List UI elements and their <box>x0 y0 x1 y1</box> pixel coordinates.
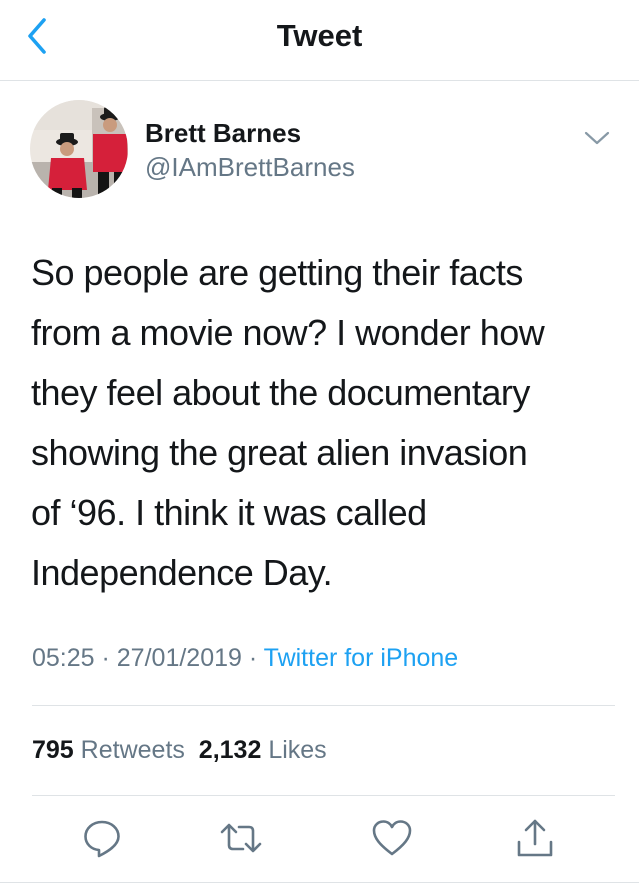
author-handle[interactable]: @IAmBrettBarnes <box>145 152 355 182</box>
tweet-line: they feel about the documentary <box>31 372 530 413</box>
like-icon[interactable] <box>370 816 414 860</box>
chevron-down-icon[interactable] <box>583 128 611 148</box>
tweet-line: So people are getting their facts <box>31 252 523 293</box>
navigation-bar: Tweet <box>0 0 639 81</box>
divider <box>32 705 615 706</box>
tweet-source-link[interactable]: Twitter for iPhone <box>264 644 459 672</box>
retweet-icon[interactable] <box>219 816 263 860</box>
divider <box>0 882 639 883</box>
avatar[interactable] <box>30 100 128 198</box>
reply-icon[interactable] <box>80 816 124 860</box>
tweet-line: showing the great alien invasion <box>31 432 528 473</box>
share-icon[interactable] <box>513 816 557 860</box>
retweets-label: Retweets <box>80 736 185 764</box>
page-title: Tweet <box>276 18 363 53</box>
tweet-date: 27/01/2019 <box>116 644 242 672</box>
divider <box>32 795 615 796</box>
tweet-time: 05:25 <box>32 644 95 672</box>
author-name[interactable]: Brett Barnes <box>145 118 301 148</box>
tweet-meta: 05:25 · 27/01/2019 · Twitter for iPhone <box>32 641 458 675</box>
tweet-author: Brett Barnes @IAmBrettBarnes <box>0 100 639 200</box>
retweets-count: 795 <box>32 736 74 764</box>
tweet-text: So people are getting their facts from a… <box>31 243 621 603</box>
tweet-line: Independence Day. <box>31 552 333 593</box>
tweet-line: of ‘96. I think it was called <box>31 492 427 533</box>
likes-count: 2,132 <box>198 736 262 764</box>
likes-stat[interactable]: 2,132 Likes <box>199 736 327 764</box>
meta-separator: · <box>241 644 264 672</box>
meta-separator: · <box>94 644 117 672</box>
tweet-stats: 795 Retweets 2,132 Likes <box>32 733 327 767</box>
retweets-stat[interactable]: 795 Retweets <box>32 736 185 764</box>
likes-label: Likes <box>268 736 327 764</box>
tweet-line: from a movie now? I wonder how <box>31 312 545 353</box>
